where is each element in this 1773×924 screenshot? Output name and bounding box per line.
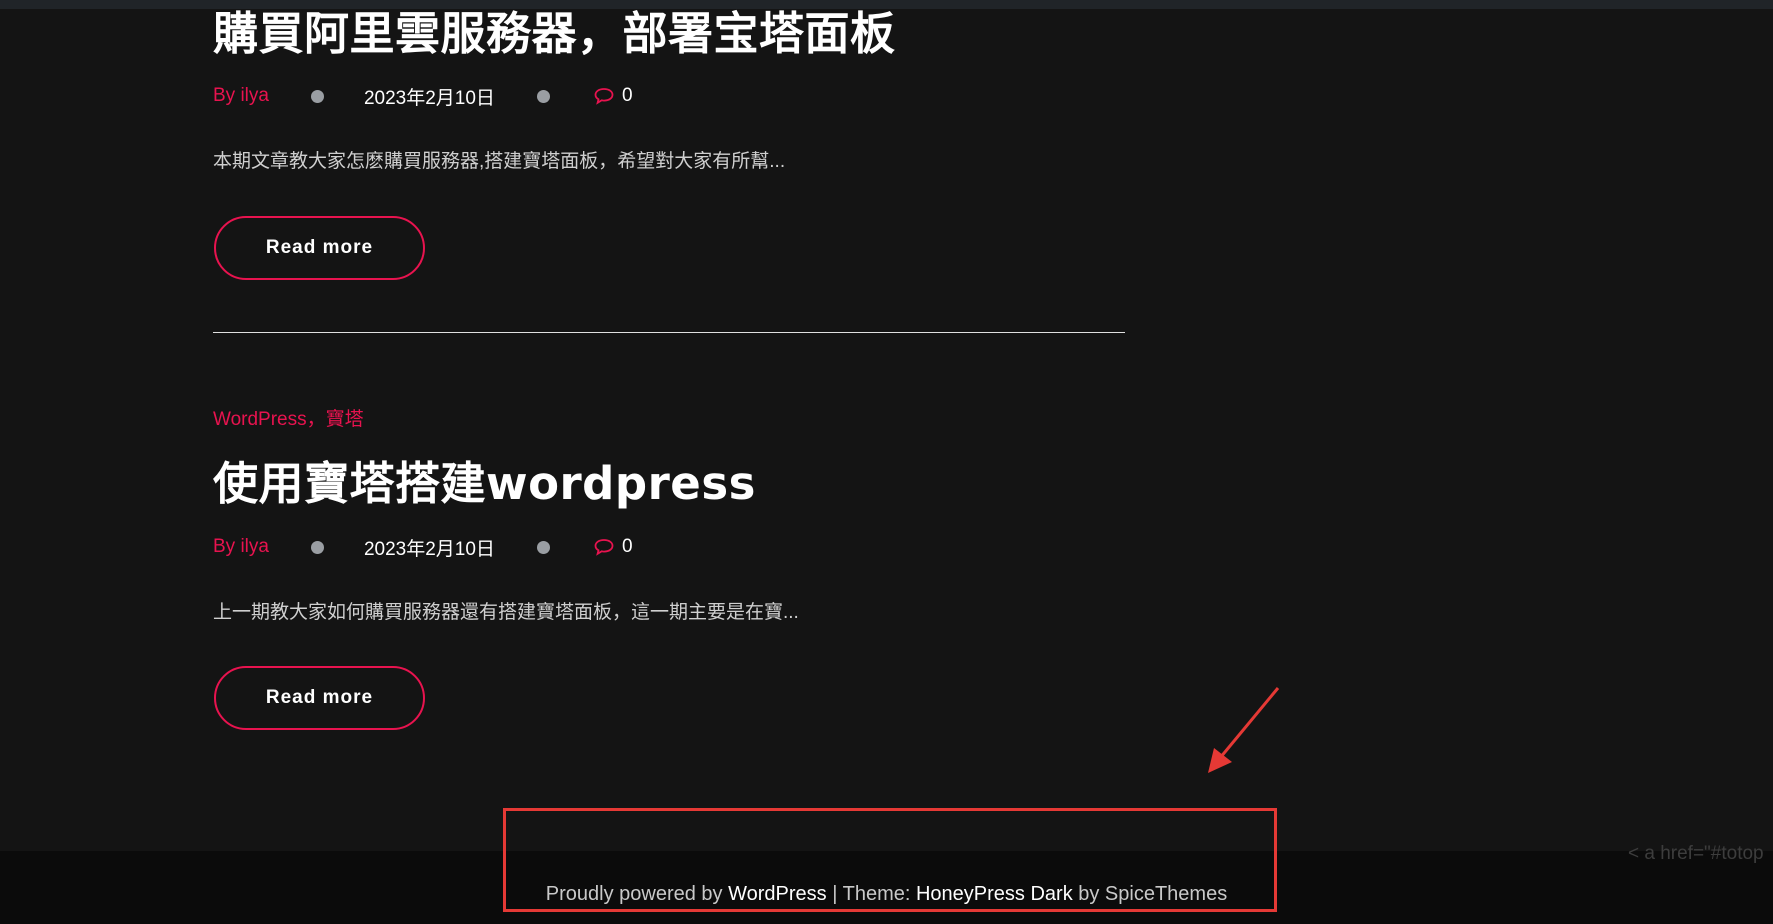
post-date[interactable]: 2023年2月10日 — [364, 534, 495, 561]
post-title[interactable]: 購買阿里雲服務器，部署宝塔面板 — [213, 6, 896, 62]
comment-count: 0 — [621, 536, 633, 557]
post-author[interactable]: By ilya — [213, 85, 269, 107]
read-more-button[interactable]: Read more — [214, 216, 425, 280]
post-comments[interactable]: 0 — [594, 85, 633, 107]
read-more-button[interactable]: Read more — [214, 666, 425, 730]
meta-separator-dot — [536, 89, 550, 103]
page: 購買阿里雲服務器，部署宝塔面板 By ilya 2023年2月10日 0 本期文… — [0, 0, 1773, 924]
post-meta: By ilya 2023年2月10日 0 — [213, 82, 633, 110]
post-categories[interactable]: WordPress，寶塔 — [213, 408, 364, 432]
meta-separator-dot — [310, 89, 324, 103]
post-title[interactable]: 使用寶塔搭建wordpress — [213, 456, 756, 512]
post-date[interactable]: 2023年2月10日 — [364, 83, 495, 110]
comment-bubble-icon — [594, 539, 614, 556]
post-excerpt: 本期文章教大家怎麽購買服務器,搭建寶塔面板，希望對大家有所幫... — [213, 151, 786, 172]
post-divider — [213, 332, 1125, 333]
comment-count: 0 — [621, 85, 633, 106]
arrow-icon — [1208, 687, 1280, 773]
meta-separator-dot — [310, 540, 324, 554]
post-author[interactable]: By ilya — [213, 536, 269, 558]
annotation-highlight-box — [503, 808, 1277, 912]
post-meta: By ilya 2023年2月10日 0 — [213, 533, 633, 561]
post-comments[interactable]: 0 — [594, 536, 633, 558]
post-excerpt: 上一期教大家如何購買服務器還有搭建寶塔面板，這一期主要是在寶... — [213, 602, 799, 623]
comment-bubble-icon — [594, 88, 614, 105]
meta-separator-dot — [536, 540, 550, 554]
code-snippet-text: < a href="#totop — [1628, 843, 1764, 864]
